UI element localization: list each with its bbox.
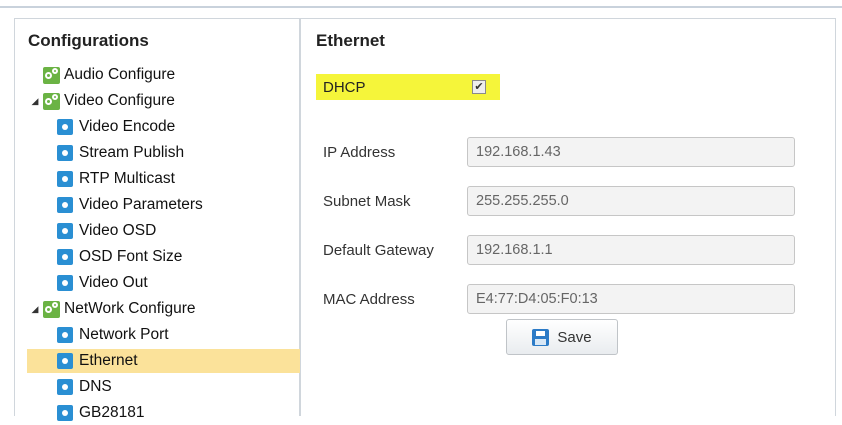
tree-item-label: Ethernet [79,352,138,369]
tree-item-label: OSD Font Size [79,248,183,265]
tree-item-label: Video Parameters [79,196,203,213]
tree-item-label: Video Out [79,274,148,291]
tree-item-label: NetWork Configure [64,300,196,317]
gears-icon [43,66,60,84]
tree-item-label: GB28181 [79,404,145,421]
tree-item-rtp-multicast[interactable]: RTP Multicast [57,167,175,191]
tree-item-dns[interactable]: DNS [57,375,112,399]
gear-icon [57,379,73,395]
gear-icon [57,405,73,421]
tree-item-label: Video Encode [79,118,176,135]
ethernet-title: Ethernet [316,31,385,50]
ethernet-panel: Ethernet DHCP ✔ IP Address 192.168.1.43 … [300,18,836,416]
tree-item-video-parameters[interactable]: Video Parameters [57,193,203,217]
gear-icon [57,145,73,161]
tree-item-label: RTP Multicast [79,170,175,187]
gear-icon [57,249,73,265]
ip-address-label: IP Address [323,144,396,161]
tree-item-video-osd[interactable]: Video OSD [57,219,156,243]
default-gateway-field[interactable]: 192.168.1.1 [467,235,795,265]
gear-icon [57,119,73,135]
tree-item-video-configure[interactable]: ◢ Video Configure [29,89,175,113]
tree-item-osd-font-size[interactable]: OSD Font Size [57,245,182,269]
tree-item-label: Network Port [79,326,169,343]
gear-icon [57,171,73,187]
tree-item-stream-publish[interactable]: Stream Publish [57,141,184,165]
tree-item-network-configure[interactable]: ◢ NetWork Configure [29,297,196,321]
gears-icon [43,300,60,318]
gears-icon [43,92,60,110]
gear-icon [57,327,73,343]
save-button[interactable]: Save [506,319,618,355]
top-divider [0,6,842,8]
tree-item-label: Audio Configure [64,66,176,83]
mac-address-field[interactable]: E4:77:D4:05:F0:13 [467,284,795,314]
dhcp-label: DHCP [323,79,366,96]
default-gateway-label: Default Gateway [323,242,434,259]
gear-icon [57,353,73,369]
expand-arrow-icon[interactable]: ◢ [29,304,41,315]
tree-item-label: Stream Publish [79,144,185,161]
mac-address-label: MAC Address [323,291,415,308]
gear-icon [57,223,73,239]
tree-item-network-port[interactable]: Network Port [57,323,169,347]
gear-icon [57,197,73,213]
gear-icon [57,275,73,291]
tree-item-video-out[interactable]: Video Out [57,271,148,295]
tree-item-audio-configure[interactable]: Audio Configure [29,63,175,87]
tree-item-gb28181[interactable]: GB28181 [57,401,145,425]
ip-address-field[interactable]: 192.168.1.43 [467,137,795,167]
floppy-disk-icon [532,328,550,346]
configurations-panel: Configurations Audio Configure ◢ Video Con… [14,18,313,421]
save-label: Save [557,328,592,346]
subnet-mask-label: Subnet Mask [323,193,411,210]
tree-item-label: Video OSD [79,222,157,239]
configurations-title: Configurations [28,31,149,50]
tree-item-label: Video Configure [64,92,175,109]
expand-arrow-icon[interactable]: ◢ [29,96,41,107]
tree-item-label: DNS [79,378,112,395]
subnet-mask-field[interactable]: 255.255.255.0 [467,186,795,216]
tree-item-ethernet[interactable]: Ethernet [27,349,313,373]
dhcp-checkbox[interactable]: ✔ [472,80,486,94]
tree-item-video-encode[interactable]: Video Encode [57,115,175,139]
